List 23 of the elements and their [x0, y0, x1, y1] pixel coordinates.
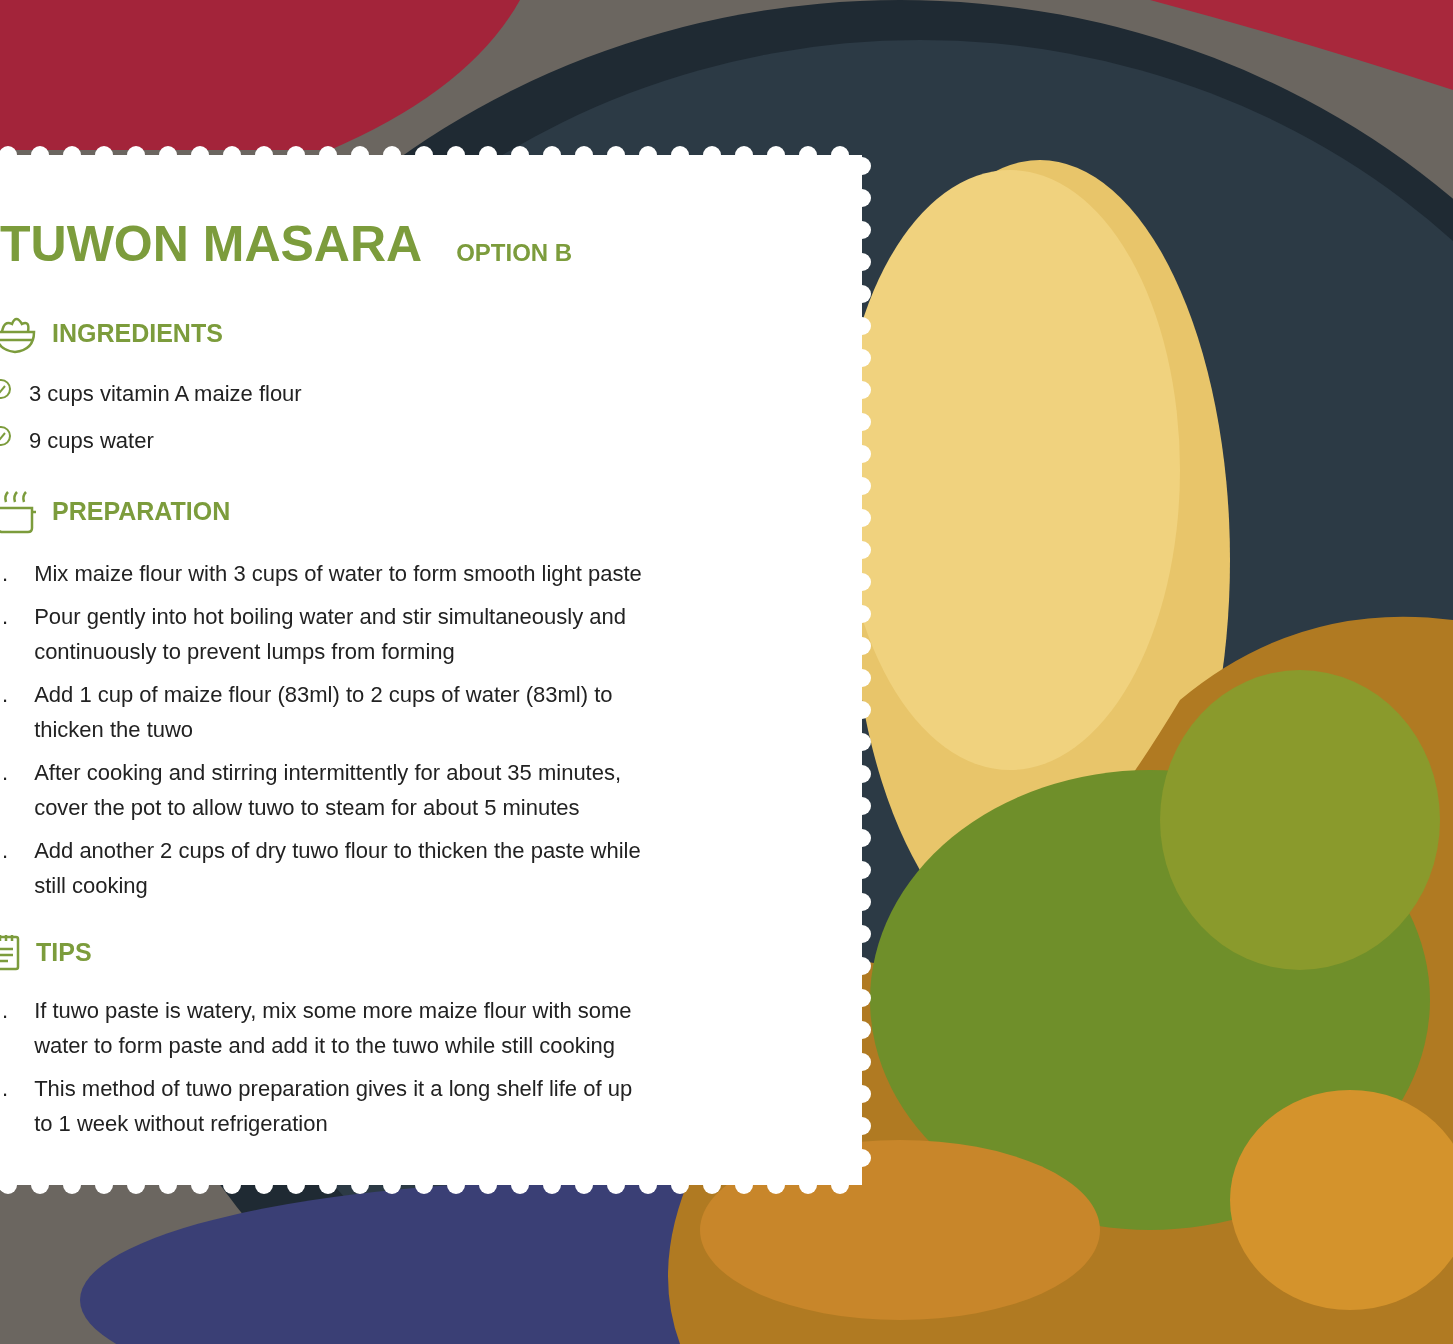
section-heading: PREPARATION	[52, 496, 231, 528]
section-heading: INGREDIENTS	[52, 318, 223, 350]
list-marker: .	[2, 560, 9, 588]
list-item-text: After cooking and stirring intermittently for about 35 minutes, cover the pot to allow tuwo to steam for about 5 minutes	[34, 759, 622, 822]
list-item-text: If tuwo paste is watery, mix some more maize flour with some water to form paste and add it to the tuwo while still cooking	[34, 997, 632, 1060]
list-marker: .	[2, 603, 9, 631]
pot-icon	[0, 488, 38, 536]
list-marker: .	[2, 837, 9, 865]
list-marker: .	[2, 759, 9, 787]
list-item-text: 3 cups vitamin A maize flour	[29, 380, 302, 408]
recipe-title: TUWON MASARA	[0, 215, 423, 274]
section-heading: TIPS	[36, 937, 92, 969]
list-item-text: Pour gently into hot boiling water and stir simultaneously and continuously to prevent lumps from forming	[34, 603, 627, 666]
notepad-icon	[0, 933, 22, 973]
list-item-text: Add 1 cup of maize flour (83ml) to 2 cups of water (83ml) to thicken the tuwo	[34, 681, 613, 744]
list-marker: .	[2, 681, 9, 709]
recipe-option: OPTION B	[456, 235, 573, 271]
list-item-text: Add another 2 cups of dry tuwo flour to thicken the paste while still cooking	[34, 837, 641, 900]
list-marker: .	[2, 997, 9, 1025]
list-item-text: Mix maize flour with 3 cups of water to form smooth light paste	[34, 560, 642, 588]
list-item-text: 9 cups water	[29, 427, 154, 455]
list-item-text: This method of tuwo preparation gives it a long shelf life of up to 1 week without refrigeration	[34, 1075, 633, 1138]
list-marker: .	[2, 1075, 9, 1103]
